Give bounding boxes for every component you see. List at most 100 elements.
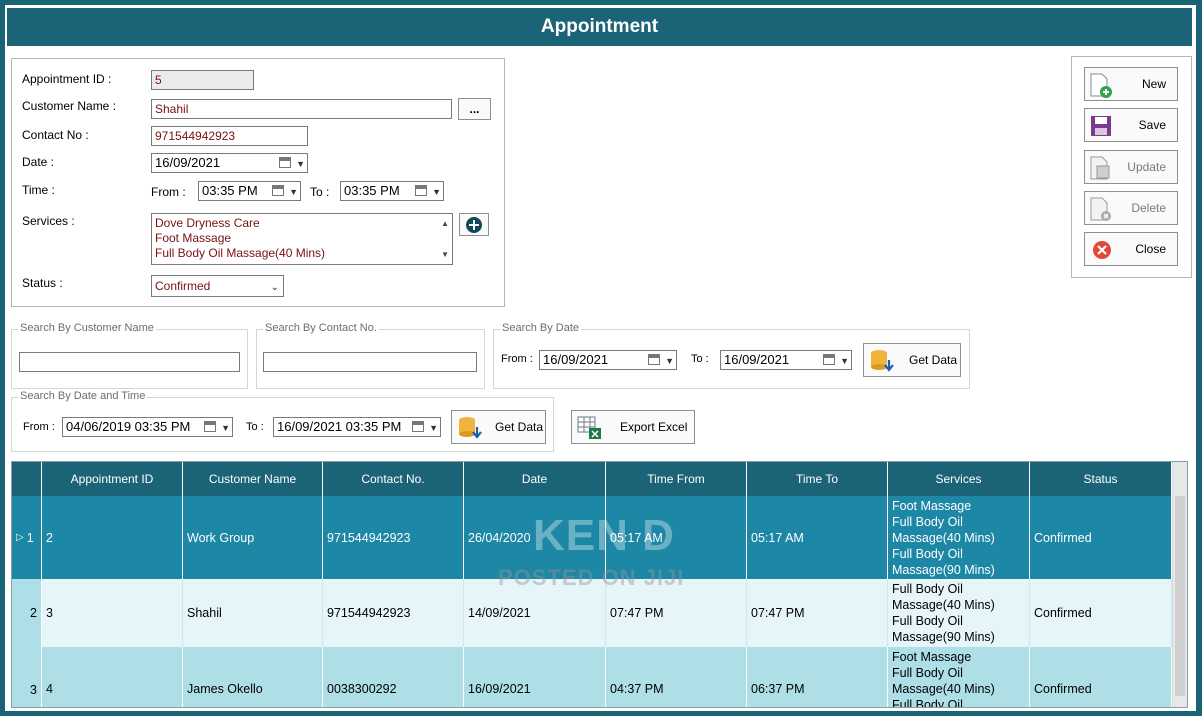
contact-no-field[interactable]: 971544942923	[151, 126, 308, 146]
cell-appointment-id[interactable]: 2	[42, 496, 183, 579]
cell-services[interactable]: Foot Massage Full Body Oil Massage(40 Mi…	[888, 647, 1030, 707]
search-datetime-from-picker[interactable]: 04/06/2019 03:35 PM ▼	[62, 417, 233, 437]
new-button[interactable]: New	[1084, 67, 1178, 101]
column-header-services[interactable]: Services	[888, 462, 1030, 496]
cell-time-to[interactable]: 05:17 AM	[747, 496, 888, 579]
service-line: Full Body Oil	[892, 582, 963, 596]
cell-date[interactable]: 16/09/2021	[464, 647, 606, 707]
column-header-time-to[interactable]: Time To	[747, 462, 888, 496]
table-row[interactable]: ▷ 1 2 Work Group 971544942923 26/04/2020 …	[12, 496, 1172, 579]
cell-date[interactable]: 26/04/2020	[464, 496, 606, 579]
search-datetime-from-label: From :	[23, 421, 55, 433]
date-picker[interactable]: 16/09/2021 ▼	[151, 153, 308, 173]
chevron-down-icon: ▼	[665, 356, 674, 366]
time-from-value: 03:35 PM	[202, 183, 258, 198]
cell-time-to[interactable]: 06:37 PM	[747, 647, 888, 707]
cell-contact-no[interactable]: 971544942923	[323, 496, 464, 579]
service-line: Full Body Oil	[892, 614, 963, 628]
search-by-contact-caption: Search By Contact No.	[263, 322, 379, 334]
search-date-to-picker[interactable]: 16/09/2021 ▼	[720, 350, 852, 370]
status-value: Confirmed	[155, 279, 211, 293]
chevron-down-icon: ▼	[840, 356, 849, 366]
cell-status[interactable]: Confirmed	[1030, 579, 1172, 647]
search-date-from-label: From :	[501, 353, 533, 365]
export-excel-button[interactable]: Export Excel	[571, 410, 695, 444]
services-item[interactable]: Full Body Oil Massage(40 Mins)	[155, 246, 449, 261]
search-datetime-from-value: 04/06/2019 03:35 PM	[66, 419, 191, 434]
appointment-id-field[interactable]: 5	[151, 70, 254, 90]
column-header-date[interactable]: Date	[464, 462, 606, 496]
scroll-down-icon[interactable]: ▼	[441, 247, 449, 262]
cell-status[interactable]: Confirmed	[1030, 496, 1172, 579]
services-item[interactable]: Foot Massage	[155, 231, 449, 246]
time-to-label: To :	[310, 185, 330, 199]
cell-status[interactable]: Confirmed	[1030, 647, 1172, 707]
column-header-appointment-id[interactable]: Appointment ID	[42, 462, 183, 496]
row-number[interactable]: 3	[12, 647, 42, 707]
cell-appointment-id[interactable]: 4	[42, 647, 183, 707]
search-date-to-label: To :	[691, 353, 709, 365]
cell-customer-name[interactable]: Shahil	[183, 579, 323, 647]
chevron-down-icon: ▼	[429, 423, 438, 433]
cell-services[interactable]: Foot Massage Full Body Oil Massage(40 Mi…	[888, 496, 1030, 579]
save-button[interactable]: Save	[1084, 108, 1178, 142]
date-value: 16/09/2021	[155, 155, 221, 170]
get-data-by-datetime-button[interactable]: Get Data	[451, 410, 546, 444]
search-datetime-to-picker[interactable]: 16/09/2021 03:35 PM ▼	[273, 417, 441, 437]
plus-circle-icon	[466, 216, 482, 233]
table-row[interactable]: 2 3 Shahil 971544942923 14/09/2021 07:47…	[12, 579, 1172, 647]
cell-time-from[interactable]: 05:17 AM	[606, 496, 747, 579]
search-contact-input[interactable]	[263, 352, 477, 372]
cell-services[interactable]: Full Body Oil Massage(40 Mins) Full Body…	[888, 579, 1030, 647]
time-to-picker[interactable]: 03:35 PM ▼	[340, 181, 444, 201]
cell-appointment-id[interactable]: 3	[42, 579, 183, 647]
cell-contact-no[interactable]: 971544942923	[323, 579, 464, 647]
search-date-to-value: 16/09/2021	[724, 352, 790, 367]
scroll-up-icon[interactable]: ▲	[441, 216, 449, 231]
cell-date[interactable]: 14/09/2021	[464, 579, 606, 647]
add-service-button[interactable]	[459, 213, 489, 236]
customer-name-field[interactable]: Shahil	[151, 99, 452, 119]
column-header-customer-name[interactable]: Customer Name	[183, 462, 323, 496]
status-select[interactable]: Confirmed ⌄	[151, 275, 284, 297]
service-line: Full Body Oil	[892, 546, 963, 561]
column-header-contact-no[interactable]: Contact No.	[323, 462, 464, 496]
export-excel-label: Export Excel	[620, 420, 688, 434]
save-label: Save	[1138, 118, 1166, 132]
delete-label: Delete	[1131, 201, 1166, 215]
scrollbar-thumb[interactable]	[1175, 496, 1185, 696]
search-date-from-picker[interactable]: 16/09/2021 ▼	[539, 350, 677, 370]
update-button[interactable]: Update	[1084, 150, 1178, 184]
row-number-text: 2	[30, 606, 37, 620]
time-from-picker[interactable]: 03:35 PM ▼	[198, 181, 301, 201]
search-customer-input[interactable]	[19, 352, 240, 372]
service-line: Foot Massage	[892, 498, 972, 513]
column-header-status[interactable]: Status	[1030, 462, 1172, 496]
table-row[interactable]: 3 4 James Okello 0038300292 16/09/2021 0…	[12, 647, 1172, 707]
services-list[interactable]: Dove Dryness Care Foot Massage Full Body…	[151, 213, 453, 265]
cell-time-to[interactable]: 07:47 PM	[747, 579, 888, 647]
grid-header-row: Appointment ID Customer Name Contact No.…	[12, 462, 1172, 496]
cell-customer-name[interactable]: James Okello	[183, 647, 323, 707]
browse-customer-button[interactable]: ...	[458, 98, 491, 120]
cell-contact-no[interactable]: 0038300292	[323, 647, 464, 707]
column-header-time-from[interactable]: Time From	[606, 462, 747, 496]
calendar-icon	[823, 354, 835, 365]
cell-customer-name[interactable]: Work Group	[183, 496, 323, 579]
close-button[interactable]: Close	[1084, 232, 1178, 266]
appointment-id-label: Appointment ID :	[22, 72, 112, 86]
get-data-by-date-button[interactable]: Get Data	[863, 343, 961, 377]
cell-time-from[interactable]: 07:47 PM	[606, 579, 747, 647]
delete-button[interactable]: Delete	[1084, 191, 1178, 225]
update-label: Update	[1127, 160, 1166, 174]
cell-time-from[interactable]: 04:37 PM	[606, 647, 747, 707]
search-by-customer-caption: Search By Customer Name	[18, 322, 156, 334]
services-item[interactable]: Dove Dryness Care	[155, 216, 449, 231]
contact-no-label: Contact No :	[22, 128, 89, 142]
appointments-grid[interactable]: Appointment ID Customer Name Contact No.…	[11, 461, 1188, 708]
grid-vertical-scrollbar[interactable]	[1173, 462, 1187, 707]
row-number[interactable]: ▷ 1	[12, 496, 42, 579]
browse-label: ...	[469, 102, 480, 116]
service-line: Massage(40 Mins)	[892, 530, 995, 545]
row-number[interactable]: 2	[12, 579, 42, 647]
